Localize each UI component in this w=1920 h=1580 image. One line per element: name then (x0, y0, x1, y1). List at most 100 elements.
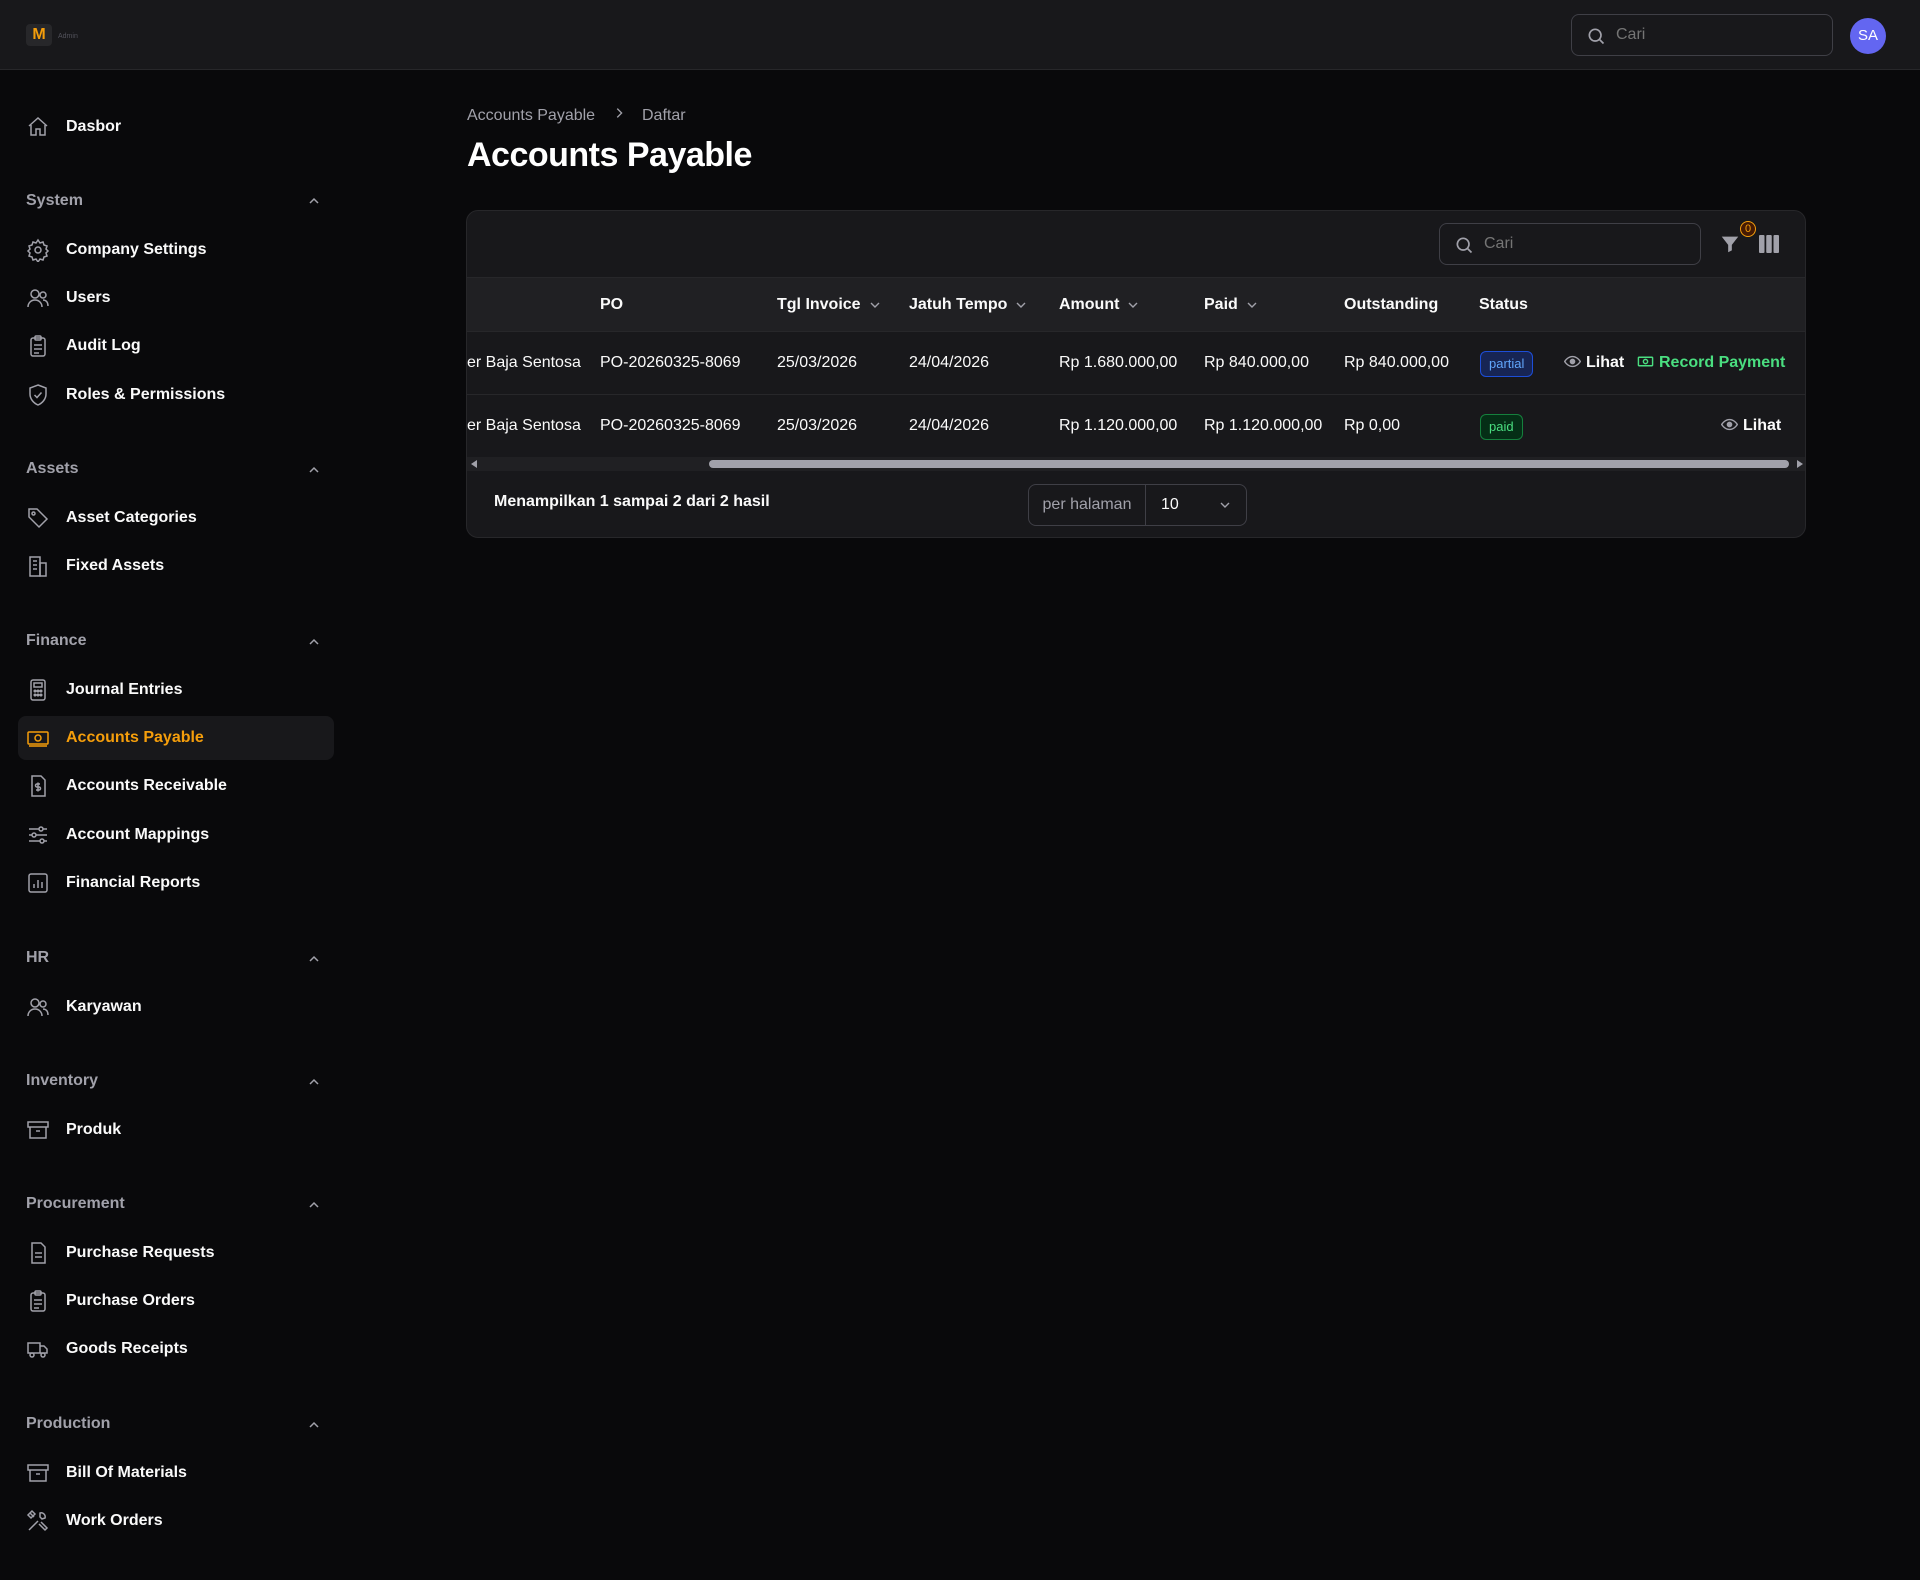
tag-icon (28, 508, 49, 529)
archive-box-icon (27, 1464, 49, 1482)
sidebar-item-fixed-assets[interactable]: Fixed Assets (18, 544, 334, 588)
shield-check-icon (29, 384, 47, 406)
gear-icon (26, 238, 50, 262)
chevron-up-icon[interactable] (306, 1074, 322, 1090)
chevron-down-icon (1128, 302, 1138, 308)
cell-paid: Rp 1.120.000,00 (1204, 417, 1323, 434)
chevron-up-icon[interactable] (306, 1417, 322, 1433)
sidebar-item-purchase-requests[interactable]: Purchase Requests (18, 1231, 334, 1275)
group-title-inventory: Inventory (26, 1072, 99, 1089)
table-search[interactable] (1439, 223, 1701, 265)
group-title-finance: Finance (26, 632, 87, 649)
sidebar-item-users[interactable]: Users (18, 276, 334, 320)
chevron-down-icon (1247, 302, 1257, 308)
sidebar-item-bill-of-materials[interactable]: Bill Of Materials (18, 1451, 334, 1495)
group-title-hr: HR (26, 949, 50, 966)
table-row: er Baja Sentosa PO-20260325-8069 25/03/2… (467, 394, 1805, 457)
breadcrumb: Accounts Payable Daftar (467, 106, 686, 125)
chevron-up-icon[interactable] (306, 1197, 322, 1213)
sidebar-item-roles-permissions[interactable]: Roles & Permissions (18, 373, 334, 417)
record-payment-button[interactable]: Record Payment (1637, 332, 1785, 394)
banknote-icon (1637, 356, 1654, 367)
column-header-invoice-date[interactable]: Tgl Invoice (777, 278, 881, 332)
truck-icon (27, 1342, 48, 1358)
calculator-icon (30, 679, 46, 701)
filter-count-badge: 0 (1740, 221, 1756, 237)
sidebar-item-account-mappings[interactable]: Account Mappings (18, 813, 334, 857)
column-header-outstanding: Outstanding (1344, 296, 1439, 313)
cell-invoice-date: 25/03/2026 (777, 417, 858, 434)
per-page-value: 10 (1161, 496, 1179, 513)
table-search-input[interactable] (1484, 224, 1684, 264)
sidebar-item-financial-reports[interactable]: Financial Reports (18, 861, 334, 905)
cell-supplier: er Baja Sentosa (467, 354, 581, 371)
sidebar-item-audit-log[interactable]: Audit Log (18, 324, 334, 368)
cell-po: PO-20260325-8069 (600, 417, 741, 434)
group-title-procurement: Procurement (26, 1195, 125, 1212)
view-button[interactable]: Lihat (1563, 332, 1624, 394)
eye-icon (1720, 418, 1739, 430)
scroll-thumb[interactable] (709, 460, 1789, 468)
status-badge: paid (1480, 414, 1523, 440)
sidebar-item-dasbor[interactable]: Dasbor (18, 105, 334, 149)
page-title: Accounts Payable (467, 136, 752, 174)
group-title-system: System (26, 192, 83, 209)
sliders-icon (29, 826, 47, 844)
global-search-input[interactable] (1616, 15, 1816, 55)
sidebar-item-karyawan[interactable]: Karyawan (18, 985, 334, 1029)
status-badge: partial (1480, 351, 1534, 377)
per-page-label: per halaman (1029, 485, 1146, 525)
group-title-production: Production (26, 1415, 111, 1432)
archive-box-icon (27, 1121, 49, 1139)
users-icon (27, 289, 49, 308)
filter-icon[interactable] (1719, 233, 1741, 255)
column-header-paid[interactable]: Paid (1204, 278, 1258, 332)
document-icon (31, 1242, 46, 1264)
chevron-up-icon[interactable] (306, 462, 322, 478)
pagination-summary: Menampilkan 1 sampai 2 dari 2 hasil (494, 493, 770, 510)
chevron-up-icon[interactable] (306, 951, 322, 967)
search-icon (1456, 237, 1473, 254)
sidebar-item-company-settings[interactable]: Company Settings (18, 228, 334, 272)
global-search[interactable] (1571, 14, 1833, 56)
chart-bar-icon (28, 873, 48, 893)
chevron-down-icon (870, 302, 880, 308)
sidebar-item-journal-entries[interactable]: Journal Entries (18, 668, 334, 712)
scroll-left-arrow[interactable] (471, 460, 477, 468)
sidebar-item-goods-receipts[interactable]: Goods Receipts (18, 1327, 334, 1371)
app-logo[interactable]: M (26, 24, 52, 46)
group-title-assets: Assets (26, 460, 79, 477)
columns-icon[interactable] (1759, 235, 1779, 253)
horizontal-scrollbar[interactable] (467, 457, 1805, 471)
chevron-down-icon (1016, 302, 1026, 308)
table-row: er Baja Sentosa PO-20260325-8069 25/03/2… (467, 331, 1805, 394)
cell-paid: Rp 840.000,00 (1204, 354, 1309, 371)
per-page-select[interactable]: per halaman 10 (1028, 484, 1247, 526)
sidebar-item-purchase-orders[interactable]: Purchase Orders (18, 1279, 334, 1323)
sidebar-item-asset-categories[interactable]: Asset Categories (18, 496, 334, 540)
sidebar-item-produk[interactable]: Produk (18, 1108, 334, 1152)
app-logo-subtitle: Admin (58, 33, 78, 40)
user-avatar[interactable]: SA (1850, 18, 1886, 54)
sidebar-item-work-orders[interactable]: Work Orders (18, 1499, 334, 1543)
chevron-up-icon[interactable] (306, 193, 322, 209)
building-icon (29, 556, 47, 577)
chevron-up-icon[interactable] (306, 634, 322, 650)
cell-amount: Rp 1.120.000,00 (1059, 417, 1178, 434)
clipboard-icon (30, 335, 46, 357)
column-header-amount[interactable]: Amount (1059, 278, 1139, 332)
sidebar-item-accounts-receivable[interactable]: Accounts Receivable (18, 764, 334, 808)
top-bar: M Admin SA (0, 0, 1920, 70)
users-icon (27, 998, 49, 1017)
breadcrumb-parent[interactable]: Accounts Payable (467, 107, 595, 125)
chevron-right-icon (616, 108, 623, 118)
view-button[interactable]: Lihat (1720, 395, 1781, 457)
home-icon (28, 116, 48, 136)
cell-due-date: 24/04/2026 (909, 417, 990, 434)
column-header-due-date[interactable]: Jatuh Tempo (909, 278, 1027, 332)
sidebar-item-accounts-payable[interactable]: Accounts Payable (18, 716, 334, 760)
eye-icon (1563, 355, 1582, 367)
scroll-right-arrow[interactable] (1797, 460, 1803, 468)
cell-outstanding: Rp 840.000,00 (1344, 354, 1449, 371)
tools-icon (26, 1509, 49, 1532)
